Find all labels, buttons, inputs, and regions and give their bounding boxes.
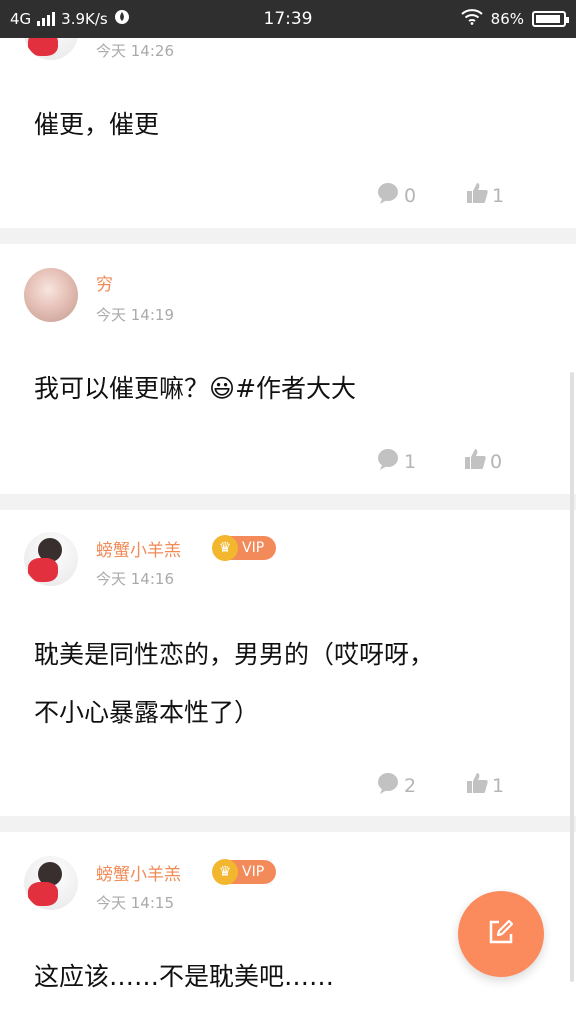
comment-text: 我可以催更嘛？😃#作者大大 (34, 360, 356, 418)
comment-count: 1 (404, 450, 417, 473)
scrollbar[interactable] (570, 372, 574, 982)
vip-label: VIP (242, 540, 265, 556)
divider (0, 816, 576, 832)
vip-badge: ♛ VIP (212, 859, 276, 885)
crown-icon: ♛ (212, 535, 238, 561)
comment-icon (376, 772, 400, 799)
comment-time: 今天 14:16 (96, 570, 174, 588)
vip-badge: ♛ VIP (212, 535, 276, 561)
username[interactable]: 螃蟹小羊羔 (96, 536, 181, 561)
divider (0, 228, 576, 244)
like-count: 1 (492, 774, 505, 797)
comment-text: 催更，催更 (34, 110, 160, 139)
comment-count: 2 (404, 774, 417, 797)
battery-percent: 86% (490, 10, 524, 28)
comment-time: 今天 14:26 (96, 42, 174, 60)
like-count: 0 (490, 450, 503, 473)
comment-line: 不小心暴露本性了） (34, 698, 260, 727)
comment-text: 耽美是同性恋的，男男的（哎呀呀， 不小心暴露本性了） (34, 626, 434, 742)
username[interactable]: 螃蟹小羊羔 (96, 860, 181, 885)
like-count: 1 (492, 184, 505, 207)
crown-icon: ♛ (212, 859, 238, 885)
username[interactable]: 穷 (96, 270, 113, 295)
comment-time: 今天 14:15 (96, 894, 174, 912)
status-bar: 4G 3.9K/s 17:39 86% (0, 0, 576, 38)
thumbs-up-icon (466, 182, 488, 209)
reply-button[interactable]: 2 (376, 772, 416, 799)
edit-icon (486, 917, 516, 951)
thumbs-up-icon (466, 772, 488, 799)
reply-button[interactable]: 1 (376, 448, 416, 475)
like-button[interactable]: 1 (466, 772, 504, 799)
like-button[interactable]: 1 (466, 182, 504, 209)
battery-icon (532, 11, 569, 27)
wifi-icon (460, 9, 483, 29)
write-comment-button[interactable] (458, 891, 544, 977)
user-avatar[interactable] (24, 532, 78, 586)
vip-label: VIP (242, 864, 265, 880)
like-button[interactable]: 0 (464, 448, 502, 475)
comment-item: 穷 今天 14:19 我可以催更嘛？😃#作者大大 1 0 (0, 244, 576, 494)
comment-line: 我可以催更嘛？😃#作者大大 (34, 374, 357, 403)
user-avatar[interactable] (24, 268, 78, 322)
comment-icon (376, 448, 400, 475)
divider (0, 494, 576, 510)
comment-text: 这应该……不是耽美吧…… (34, 962, 335, 991)
comment-icon (376, 182, 400, 209)
comment-item: 螃蟹小羊羔 ♛ VIP 今天 14:16 耽美是同性恋的，男男的（哎呀呀， 不小… (0, 510, 576, 816)
user-avatar[interactable] (24, 856, 78, 910)
comment-count: 0 (404, 184, 417, 207)
comment-time: 今天 14:19 (96, 306, 174, 324)
comment-line: 耽美是同性恋的，男男的（哎呀呀， (34, 640, 435, 669)
thumbs-up-icon (464, 448, 486, 475)
reply-button[interactable]: 0 (376, 182, 416, 209)
